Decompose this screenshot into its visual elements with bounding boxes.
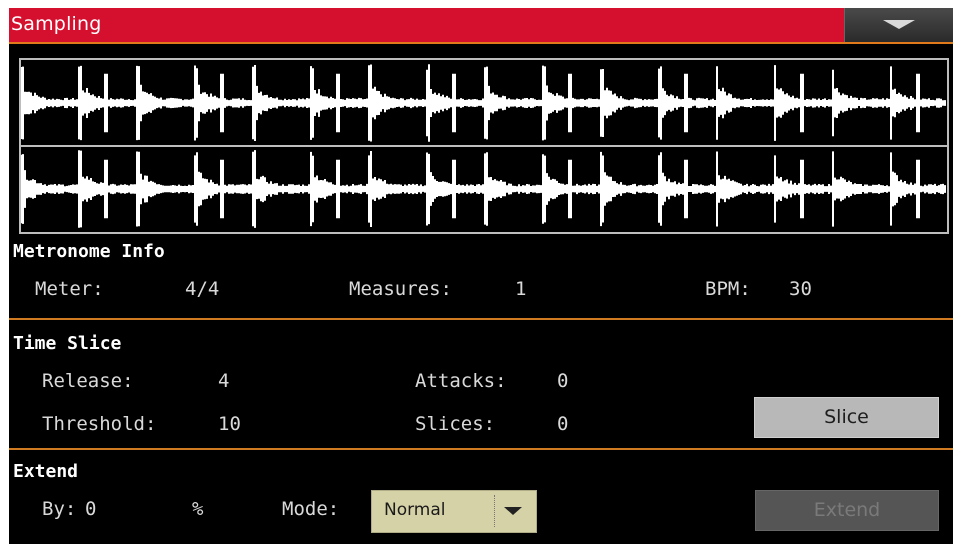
slice-button[interactable]: Slice <box>754 397 939 438</box>
metronome-info-heading: Metronome Info <box>13 241 165 262</box>
release-value[interactable]: 4 <box>218 370 229 392</box>
attacks-label: Attacks: <box>415 370 507 392</box>
meter-value[interactable]: 4/4 <box>185 278 219 300</box>
chevron-down-icon <box>883 20 915 29</box>
extend-by-label: By: <box>42 498 77 520</box>
extend-button[interactable]: Extend <box>755 490 939 531</box>
percent-label: % <box>192 498 204 520</box>
title-bar: Sampling <box>9 8 953 44</box>
meter-label: Meter: <box>35 278 104 300</box>
extend-heading: Extend <box>13 461 79 482</box>
page-title: Sampling <box>11 13 102 35</box>
mode-select-value: Normal <box>384 500 446 520</box>
release-label: Release: <box>42 370 134 392</box>
waveform-svg <box>21 64 947 228</box>
threshold-label: Threshold: <box>42 413 157 435</box>
waveform-right-channel <box>21 150 946 228</box>
waveform-display[interactable] <box>19 58 949 234</box>
bpm-label: BPM: <box>705 278 751 300</box>
slices-value: 0 <box>557 413 569 435</box>
page-menu-button[interactable] <box>844 8 953 42</box>
chevron-down-icon <box>504 507 522 515</box>
extend-by-value[interactable]: 0 <box>85 498 96 520</box>
waveform-left-channel <box>21 64 946 142</box>
section-divider <box>9 318 953 320</box>
sampling-panel: Sampling Metronome Info Meter: 4/4 Measu… <box>9 8 953 544</box>
mode-select[interactable]: Normal <box>371 490 537 533</box>
select-divider <box>494 495 495 527</box>
slices-label: Slices: <box>415 413 496 435</box>
mode-label: Mode: <box>282 498 340 520</box>
bpm-value[interactable]: 30 <box>789 278 812 300</box>
time-slice-heading: Time Slice <box>13 333 122 354</box>
measures-value[interactable]: 1 <box>515 278 526 300</box>
section-divider <box>9 448 953 450</box>
measures-label: Measures: <box>349 278 452 300</box>
threshold-value[interactable]: 10 <box>218 413 241 435</box>
attacks-value: 0 <box>557 370 569 392</box>
